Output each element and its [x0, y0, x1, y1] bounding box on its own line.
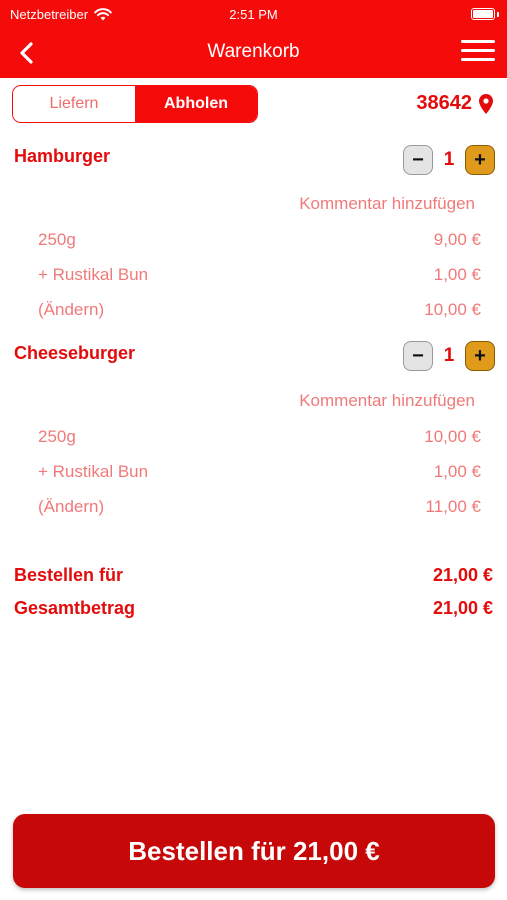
option-label: + Rustikal Bun: [38, 265, 149, 284]
option-price: 1,00 €: [433, 265, 481, 284]
postal-code: 38642: [416, 92, 472, 114]
battery-tip: [497, 12, 499, 17]
option-label: 250g: [38, 427, 76, 446]
change-item-link[interactable]: (Ändern): [38, 300, 104, 320]
minus-icon[interactable]: −: [403, 145, 433, 175]
delivery-mode-toggle: Liefern Abholen: [12, 85, 258, 123]
add-comment-link[interactable]: Kommentar hinzufügen: [299, 391, 475, 411]
page-title: Warenkorb: [207, 41, 300, 62]
nav-bar: Warenkorb: [0, 28, 507, 78]
quantity-stepper: − 1 +: [403, 145, 495, 175]
location-pin-icon: [479, 93, 493, 114]
quantity-stepper: − 1 +: [403, 341, 495, 371]
order-button[interactable]: Bestellen für 21,00 €: [13, 814, 495, 888]
option-price: 1,00 €: [433, 462, 481, 481]
order-amount-value: 21,00 €: [432, 565, 493, 585]
plus-icon[interactable]: +: [465, 341, 495, 371]
grand-total-label: Gesamtbetrag: [14, 598, 136, 618]
hamburger-menu-icon[interactable]: [461, 40, 495, 66]
tab-abholen[interactable]: Abholen: [135, 86, 257, 122]
quantity-value: 1: [443, 345, 455, 366]
cart-item-name: Cheeseburger: [14, 343, 136, 363]
option-label: 250g: [38, 230, 76, 249]
option-label: + Rustikal Bun: [38, 462, 149, 481]
quantity-value: 1: [443, 149, 455, 170]
tab-liefern[interactable]: Liefern: [13, 86, 135, 122]
location-selector[interactable]: 38642: [416, 92, 493, 115]
item-subtotal: 11,00 €: [425, 497, 481, 516]
option-price: 10,00 €: [424, 427, 481, 446]
change-item-link[interactable]: (Ändern): [38, 497, 104, 517]
item-subtotal: 10,00 €: [424, 300, 481, 319]
cart-item-name: Hamburger: [14, 146, 111, 166]
add-comment-link[interactable]: Kommentar hinzufügen: [299, 194, 475, 214]
status-bar: Netzbetreiber 2:51 PM: [0, 0, 507, 28]
battery-icon: [471, 8, 495, 20]
plus-icon[interactable]: +: [465, 145, 495, 175]
grand-total-value: 21,00 €: [432, 598, 493, 618]
order-amount-label: Bestellen für: [14, 565, 124, 585]
minus-icon[interactable]: −: [403, 341, 433, 371]
clock: 2:51 PM: [229, 7, 278, 22]
app-header: Netzbetreiber 2:51 PM Warenkorb: [0, 0, 507, 78]
option-price: 9,00 €: [433, 230, 481, 249]
